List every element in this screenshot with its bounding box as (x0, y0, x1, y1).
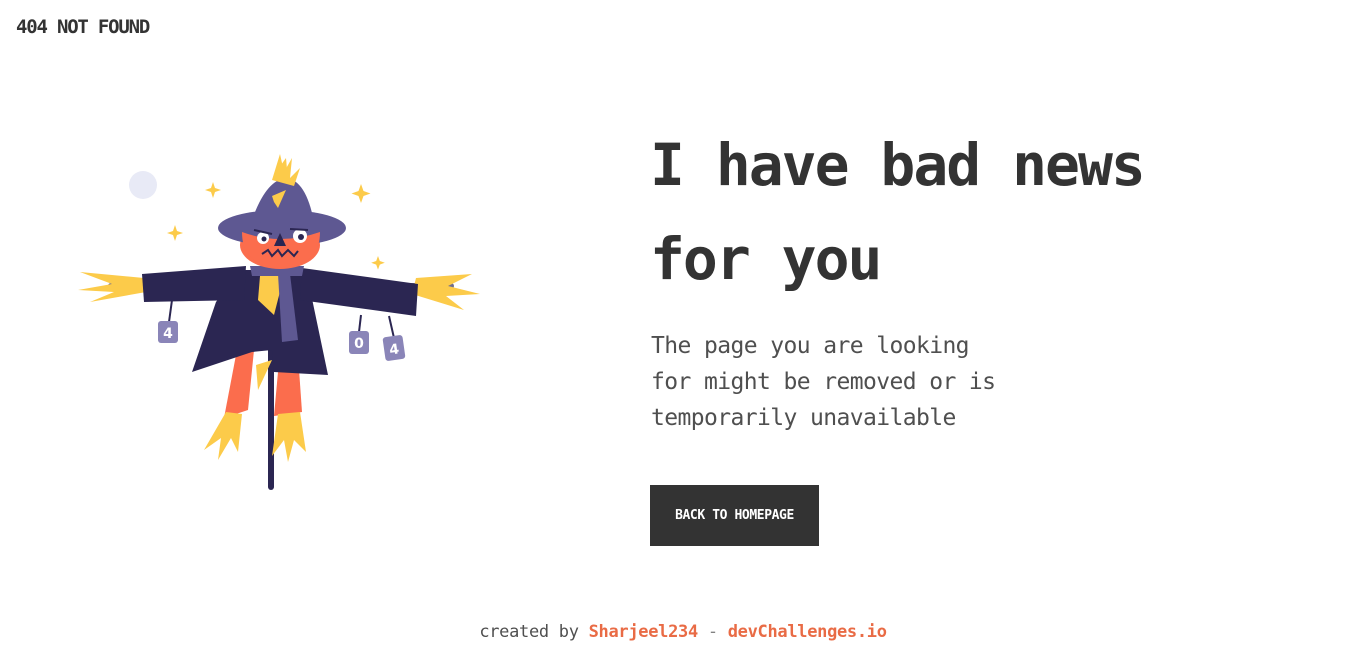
back-to-homepage-button[interactable]: BACK TO HOMEPAGE (650, 485, 819, 546)
moon-icon (129, 171, 157, 199)
scarecrow-pole (268, 345, 274, 490)
footer-separator: - (707, 622, 718, 642)
error-message: The page you are looking for might be re… (651, 328, 1051, 436)
page-headline: I have bad news for you (650, 118, 1270, 306)
author-link[interactable]: Sharjeel234 (589, 622, 699, 642)
can-label: 0 (354, 336, 364, 352)
message-line: The page you are looking (651, 333, 970, 359)
can-4-right: 4 (382, 335, 406, 361)
devchallenges-link[interactable]: devChallenges.io (728, 622, 887, 642)
can-0: 0 (349, 331, 369, 354)
footer-created-by: created by (479, 622, 579, 642)
site-logo[interactable]: 404 NOT FOUND (16, 16, 150, 38)
footer: created by Sharjeel234 - devChallenges.i… (0, 622, 1366, 642)
scarecrow-illustration: 4 0 4 (78, 154, 480, 490)
message-line: temporarily unavailable (651, 405, 956, 431)
headline-line: for you (650, 225, 882, 293)
can-4-left: 4 (158, 321, 178, 343)
can-label: 4 (163, 326, 173, 342)
headline-line: I have bad news (650, 131, 1146, 199)
message-line: for might be removed or is (651, 369, 996, 395)
